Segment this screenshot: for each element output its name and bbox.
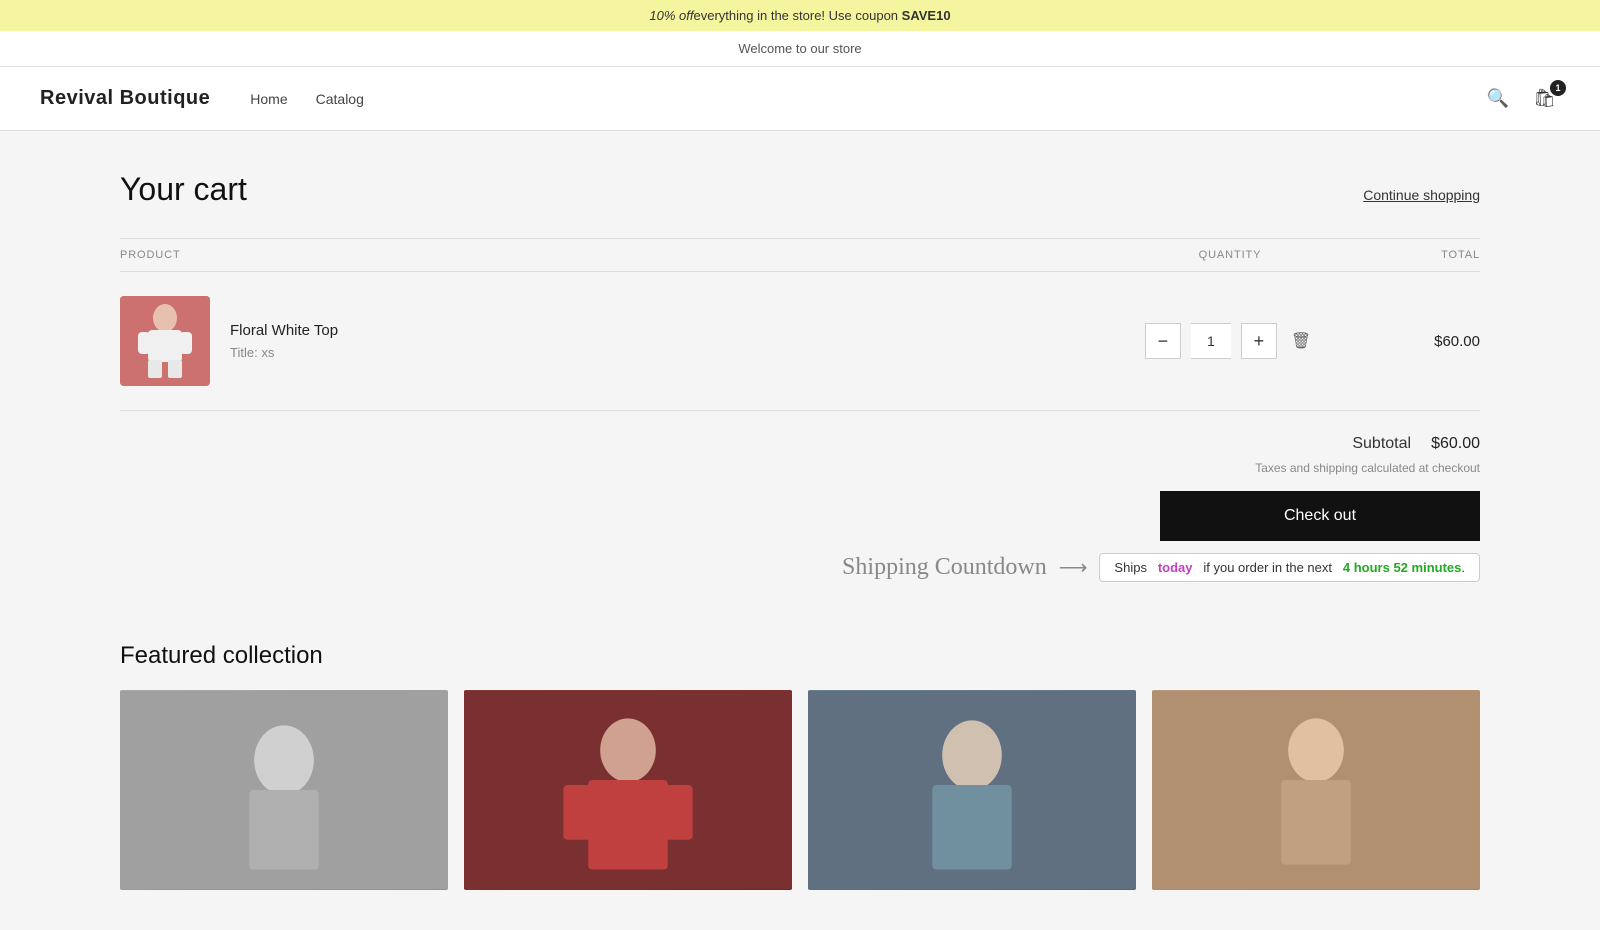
- cart-item-name: Floral White Top: [230, 322, 338, 339]
- main-content: Your cart Continue shopping PRODUCT QUAN…: [80, 131, 1520, 642]
- subtotal-label: Subtotal: [1352, 435, 1411, 453]
- announcement-text: everything in the store! Use coupon: [694, 8, 899, 23]
- header-icons: 🔍 🛍 1: [1483, 84, 1560, 113]
- quantity-display: 1: [1191, 323, 1231, 359]
- cart-item-variant: Title: xs: [230, 345, 338, 360]
- subtotal-row: Subtotal $60.00: [120, 435, 1480, 453]
- quantity-controls: − 1 + 🗑: [1130, 323, 1330, 359]
- period-text: .: [1461, 560, 1465, 575]
- cart-item-price: $60.00: [1330, 333, 1480, 350]
- shipping-arrow-icon: ⟶: [1059, 555, 1088, 580]
- cart-item-details: Floral White Top Title: xs: [230, 322, 338, 360]
- cart-badge: 1: [1550, 80, 1566, 96]
- product-image-svg: [120, 296, 210, 386]
- site-logo[interactable]: Revival Boutique: [40, 87, 210, 110]
- announcement-italic: 10% off: [649, 8, 693, 23]
- product-thumbnail: [120, 296, 210, 386]
- col-quantity-label: QUANTITY: [1130, 249, 1330, 261]
- featured-card-2[interactable]: [464, 690, 792, 890]
- cart-item-info: Floral White Top Title: xs: [120, 296, 1130, 386]
- time-text: 4 hours 52 minutes: [1343, 560, 1461, 575]
- featured-image-4: [1152, 690, 1480, 890]
- nav-home[interactable]: Home: [250, 91, 287, 107]
- welcome-text: Welcome to our store: [738, 41, 861, 56]
- cart-title: Your cart: [120, 171, 247, 208]
- ships-text: Ships: [1114, 560, 1147, 575]
- variant-label: Title:: [230, 345, 258, 360]
- subtotal-amount: $60.00: [1431, 435, 1480, 453]
- today-text: today: [1158, 560, 1193, 575]
- tax-note: Taxes and shipping calculated at checkou…: [120, 461, 1480, 475]
- delete-item-button[interactable]: 🗑: [1287, 327, 1315, 355]
- header-nav: Home Catalog: [250, 91, 1482, 107]
- variant-value: xs: [261, 345, 274, 360]
- search-icon: 🔍: [1487, 88, 1509, 108]
- middle-text: if you order in the next: [1203, 560, 1332, 575]
- featured-image-3: [808, 690, 1136, 890]
- featured-card-4[interactable]: [1152, 690, 1480, 890]
- header: Revival Boutique Home Catalog 🔍 🛍 1: [0, 67, 1600, 131]
- featured-grid: [120, 690, 1480, 890]
- shipping-countdown-pill: Ships today if you order in the next 4 h…: [1099, 553, 1480, 582]
- featured-card-1[interactable]: [120, 690, 448, 890]
- col-product-label: PRODUCT: [120, 249, 1130, 261]
- welcome-bar: Welcome to our store: [0, 31, 1600, 67]
- col-total-label: TOTAL: [1330, 249, 1480, 261]
- nav-catalog[interactable]: Catalog: [316, 91, 364, 107]
- shipping-countdown-label: Shipping Countdown: [842, 554, 1047, 581]
- cart-button[interactable]: 🛍 1: [1529, 84, 1560, 113]
- increase-quantity-button[interactable]: +: [1241, 323, 1277, 359]
- checkout-button[interactable]: Check out: [1160, 491, 1480, 541]
- subtotal-section: Subtotal $60.00 Taxes and shipping calcu…: [120, 435, 1480, 582]
- cart-item-image: [120, 296, 210, 386]
- decrease-quantity-button[interactable]: −: [1145, 323, 1181, 359]
- search-button[interactable]: 🔍: [1483, 84, 1513, 113]
- featured-image-1: [120, 690, 448, 890]
- qty-group: − 1 + 🗑: [1145, 323, 1315, 359]
- continue-shopping-button[interactable]: Continue shopping: [1363, 187, 1480, 203]
- featured-section: Featured collection: [80, 642, 1520, 930]
- cart-item: Floral White Top Title: xs − 1 + 🗑 $60.0…: [120, 272, 1480, 411]
- announcement-bar: 10% offeverything in the store! Use coup…: [0, 0, 1600, 31]
- cart-table-header: PRODUCT QUANTITY TOTAL: [120, 238, 1480, 272]
- featured-image-2: [464, 690, 792, 890]
- cart-header: Your cart Continue shopping: [120, 171, 1480, 208]
- featured-title: Featured collection: [120, 642, 1480, 670]
- shipping-countdown-row: Shipping Countdown ⟶ Ships today if you …: [120, 553, 1480, 582]
- featured-card-3[interactable]: [808, 690, 1136, 890]
- announcement-coupon: SAVE10: [902, 8, 951, 23]
